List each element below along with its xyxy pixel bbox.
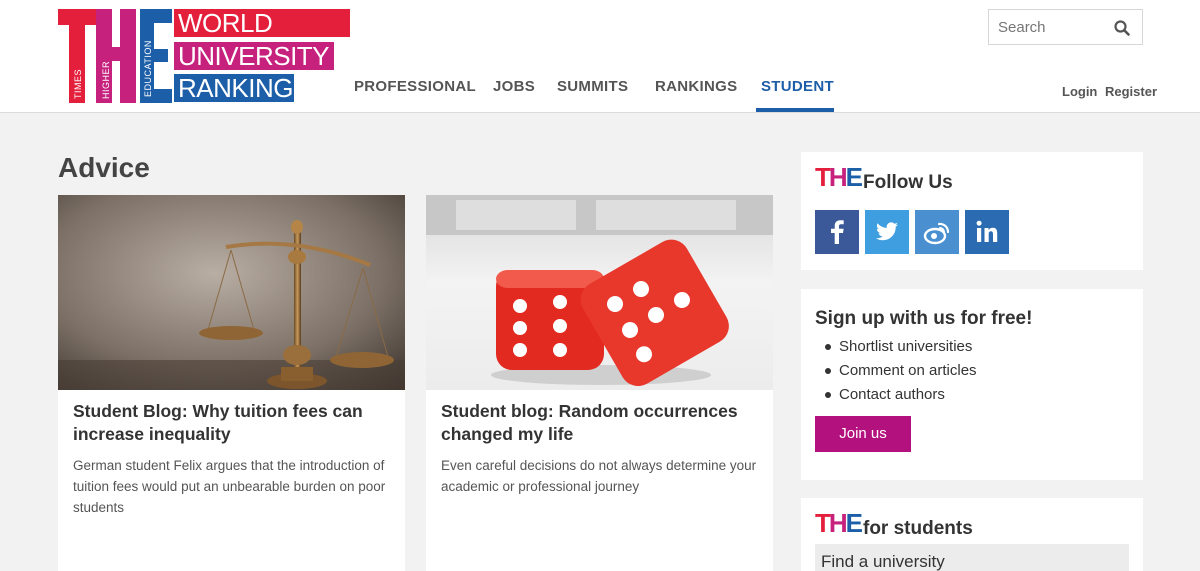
register-link[interactable]: Register: [1105, 84, 1157, 99]
red-dice-image[interactable]: [426, 195, 773, 390]
twitter-icon[interactable]: [865, 210, 909, 254]
for-students-box: THE for students Find a university: [801, 498, 1143, 571]
page-title: Advice: [58, 152, 150, 183]
the-world-university-rankings-logo[interactable]: TIMES HIGHER EDUCATION WORLD UNIVERSITY …: [58, 9, 350, 103]
logo-times-text: TIMES: [73, 68, 83, 99]
join-us-button[interactable]: Join us: [815, 416, 911, 452]
nav-summits[interactable]: SUMMITS: [557, 78, 628, 95]
logo-word-university: UNIVERSITY: [174, 42, 334, 70]
nav-rankings[interactable]: RANKINGS: [655, 78, 737, 95]
signup-box: Sign up with us for free! Shortlist univ…: [801, 289, 1143, 480]
signup-benefits-list: Shortlist universities Comment on articl…: [823, 335, 977, 407]
list-item: Contact authors: [823, 383, 977, 407]
list-item: Shortlist universities: [823, 335, 977, 359]
list-item: Comment on articles: [823, 359, 977, 383]
linkedin-icon[interactable]: [965, 210, 1009, 254]
the-logo-mark: TIMES HIGHER EDUCATION: [58, 9, 172, 103]
the-mini-logo: THE: [815, 508, 863, 538]
logo-word-rankings: RANKINGS: [174, 74, 310, 102]
nav-professional[interactable]: PROFESSIONAL: [354, 78, 476, 95]
article-description: Even careful decisions do not always det…: [441, 458, 757, 494]
search-input[interactable]: [989, 10, 1099, 44]
article-card[interactable]: Student Blog: Why tuition fees can incre…: [58, 195, 405, 571]
follow-us-heading: Follow Us: [863, 172, 953, 193]
article-title[interactable]: Student Blog: Why tuition fees can incre…: [73, 400, 393, 446]
site-header: TIMES HIGHER EDUCATION WORLD UNIVERSITY …: [0, 0, 1200, 113]
logo-higher-text: HIGHER: [101, 60, 111, 99]
signup-heading: Sign up with us for free!: [815, 308, 1033, 329]
find-a-university-link[interactable]: Find a university: [815, 544, 1129, 571]
the-mini-logo: THE: [815, 162, 863, 192]
logo-education-text: EDUCATION: [143, 40, 153, 97]
nav-student[interactable]: STUDENT: [761, 78, 834, 95]
article-description: German student Felix argues that the int…: [73, 458, 386, 515]
scales-of-justice-image[interactable]: [58, 195, 405, 390]
facebook-icon[interactable]: [815, 210, 859, 254]
for-students-heading: for students: [863, 518, 973, 539]
nav-jobs[interactable]: JOBS: [493, 78, 535, 95]
logo-word-world: WORLD: [174, 9, 350, 37]
weibo-icon[interactable]: [915, 210, 959, 254]
active-nav-indicator: [756, 108, 834, 112]
follow-us-box: THE Follow Us: [801, 152, 1143, 270]
search-icon[interactable]: [1114, 20, 1130, 36]
article-title[interactable]: Student blog: Random occurrences changed…: [441, 400, 761, 446]
article-card[interactable]: Student blog: Random occurrences changed…: [426, 195, 773, 571]
login-link[interactable]: Login: [1062, 84, 1097, 99]
search-box: [988, 9, 1143, 45]
